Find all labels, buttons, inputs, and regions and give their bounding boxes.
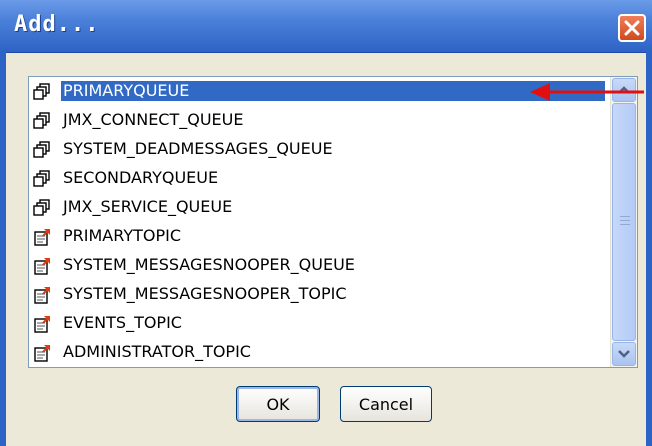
window-border-left — [0, 52, 6, 446]
topic-icon — [33, 315, 51, 333]
list-item[interactable]: PRIMARYTOPIC — [29, 222, 609, 250]
topic-icon — [33, 228, 51, 246]
list-item-label: PRIMARYQUEUE — [61, 81, 605, 101]
annotation-arrow-icon — [530, 83, 644, 101]
ok-button[interactable]: OK — [236, 386, 320, 422]
list-item-label: PRIMARYTOPIC — [63, 226, 182, 245]
list-item[interactable]: SYSTEM_MESSAGESNOOPER_QUEUE — [29, 251, 609, 279]
close-button[interactable] — [618, 14, 646, 42]
list-item[interactable]: JMX_SERVICE_QUEUE — [29, 193, 609, 221]
scroll-thumb[interactable] — [612, 103, 636, 341]
scroll-down-button[interactable] — [612, 342, 636, 366]
queue-icon — [33, 170, 51, 188]
queue-icon — [33, 141, 51, 159]
topic-icon — [33, 257, 51, 275]
scroll-grip-line — [620, 216, 630, 217]
dialog-title: Add... — [14, 12, 100, 37]
list-item[interactable]: JMX_CONNECT_QUEUE — [29, 106, 609, 134]
list-item-label: SECONDARYQUEUE — [63, 168, 219, 187]
list-item-label: EVENTS_TOPIC — [63, 313, 182, 332]
cancel-button[interactable]: Cancel — [340, 386, 432, 422]
list-item[interactable]: SYSTEM_DEADMESSAGES_QUEUE — [29, 135, 609, 163]
list-item[interactable]: PRIMARYQUEUE — [29, 77, 609, 105]
list-item[interactable]: ADMINISTRATOR_TOPIC — [29, 338, 609, 366]
queue-icon — [33, 199, 51, 217]
scroll-grip-line — [620, 224, 630, 225]
list-item-label: ADMINISTRATOR_TOPIC — [63, 342, 251, 361]
list-item[interactable]: EVENTS_TOPIC — [29, 309, 609, 337]
chevron-down-icon — [618, 350, 630, 358]
destination-list[interactable]: PRIMARYQUEUE JMX_CONNECT_QUEUE SYSTEM_DEAD… — [28, 76, 638, 368]
close-icon — [624, 20, 640, 36]
title-bar[interactable]: Add... — [0, 0, 652, 53]
list-item-label: SYSTEM_MESSAGESNOOPER_TOPIC — [63, 284, 347, 303]
window-border-right — [646, 52, 652, 446]
topic-icon — [33, 286, 51, 304]
list-item-label: SYSTEM_MESSAGESNOOPER_QUEUE — [63, 255, 355, 274]
topic-icon — [33, 344, 51, 362]
list-item-label: JMX_SERVICE_QUEUE — [63, 197, 233, 216]
list-item[interactable]: SYSTEM_MESSAGESNOOPER_TOPIC — [29, 280, 609, 308]
queue-icon — [33, 83, 51, 101]
list-item[interactable]: SECONDARYQUEUE — [29, 164, 609, 192]
list-item-label: JMX_CONNECT_QUEUE — [63, 110, 244, 129]
add-dialog: Add... PRIMARYQUEUE JMX_CONNECT_QUEUE SYST… — [0, 0, 652, 446]
scroll-grip-line — [620, 220, 630, 221]
list-item-label: SYSTEM_DEADMESSAGES_QUEUE — [63, 139, 333, 158]
queue-icon — [33, 112, 51, 130]
vertical-scrollbar[interactable] — [610, 77, 637, 367]
